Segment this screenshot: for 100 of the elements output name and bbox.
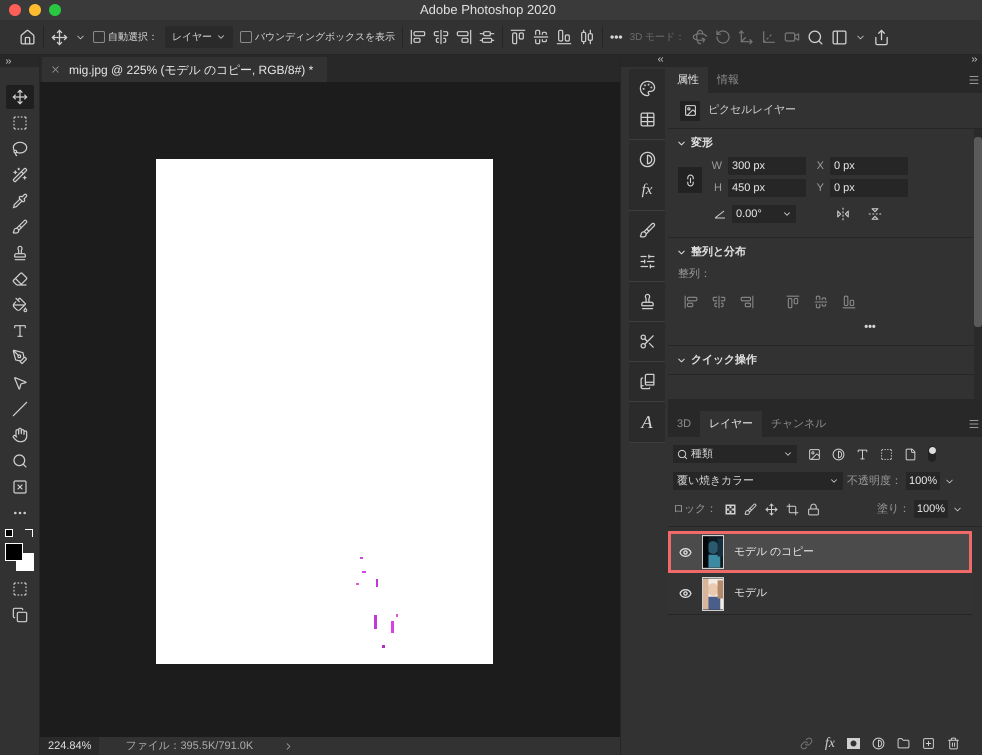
angle-field[interactable]: 0.00° xyxy=(732,205,796,223)
shape-filter-icon[interactable] xyxy=(880,448,893,460)
distribute-icon[interactable] xyxy=(479,29,495,45)
palette-icon[interactable] xyxy=(638,80,656,97)
paint-bucket-icon[interactable] xyxy=(12,297,28,313)
scissors-icon[interactable] xyxy=(638,333,656,350)
fx-icon[interactable]: fx xyxy=(642,182,652,199)
stamp-icon[interactable] xyxy=(12,245,28,261)
slide-3d-icon[interactable] xyxy=(761,29,778,45)
roll-icon[interactable] xyxy=(715,29,732,45)
align-middle-icon[interactable] xyxy=(814,294,828,308)
section-header[interactable]: 整列と分布 xyxy=(676,244,966,260)
input-field[interactable]: 0 px xyxy=(830,157,908,175)
more-button[interactable]: ••• xyxy=(768,308,876,335)
panel-tab[interactable]: チャンネル xyxy=(762,411,836,437)
zoom-button[interactable] xyxy=(49,4,61,16)
type-icon[interactable] xyxy=(12,323,28,339)
checkbox[interactable] xyxy=(93,31,105,43)
folder-icon[interactable] xyxy=(897,736,910,750)
line-icon[interactable] xyxy=(12,401,28,417)
target-dropdown[interactable]: レイヤー xyxy=(165,26,233,48)
panel-menu-icon[interactable] xyxy=(968,74,980,86)
rotate-3d-icon[interactable] xyxy=(692,29,708,45)
input-field[interactable]: 450 px xyxy=(728,179,806,197)
filter-dropdown[interactable]: 種類 xyxy=(673,445,797,463)
align-right-icon[interactable] xyxy=(740,294,754,308)
flip-vertical-icon[interactable] xyxy=(868,207,882,221)
brush-icon[interactable] xyxy=(12,219,28,235)
zoom-icon[interactable] xyxy=(12,453,28,469)
panel-tab[interactable]: 情報 xyxy=(708,67,748,93)
checkbox[interactable] xyxy=(240,31,252,43)
contrast-icon[interactable] xyxy=(638,151,656,168)
grid-icon[interactable] xyxy=(638,111,656,128)
home-icon[interactable] xyxy=(19,28,36,46)
glyph-icon[interactable]: A xyxy=(642,413,652,431)
eyedropper-icon[interactable] xyxy=(12,193,28,209)
close-button[interactable] xyxy=(9,4,21,16)
drag-3d-icon[interactable] xyxy=(738,29,754,45)
align-center-icon[interactable] xyxy=(433,29,449,45)
eye-icon[interactable] xyxy=(678,546,692,558)
quick-mask-icon[interactable] xyxy=(12,581,28,597)
section-header[interactable]: 変形 xyxy=(676,135,966,151)
search-icon[interactable] xyxy=(807,28,824,46)
smart-object-filter-icon[interactable] xyxy=(904,448,917,460)
opacity-field[interactable]: 100% xyxy=(906,472,940,490)
brush-icon[interactable] xyxy=(638,222,656,239)
mask-icon[interactable] xyxy=(847,738,860,748)
align-bottom-icon[interactable] xyxy=(842,294,856,308)
align-middle-icon[interactable] xyxy=(533,29,549,45)
section-header[interactable]: クイック操作 xyxy=(676,352,966,368)
align-right-icon[interactable] xyxy=(456,29,472,45)
align-center-icon[interactable] xyxy=(712,294,726,308)
adjustment-icon[interactable] xyxy=(872,736,885,750)
filter-toggle[interactable] xyxy=(928,446,936,462)
layer-row[interactable]: モデル のコピー xyxy=(668,531,972,573)
minimize-button[interactable] xyxy=(29,4,41,16)
move-icon[interactable] xyxy=(12,89,28,105)
scrollbar[interactable] xyxy=(974,129,982,399)
lock-transparency-icon[interactable] xyxy=(725,504,736,514)
close-icon[interactable] xyxy=(50,64,61,75)
distribute-icon[interactable] xyxy=(579,29,595,45)
expand-icon[interactable] xyxy=(4,56,13,66)
tool-button[interactable] xyxy=(6,85,34,109)
pointer-icon[interactable] xyxy=(12,375,28,391)
align-left-icon[interactable] xyxy=(684,294,698,308)
collapse-icon[interactable] xyxy=(656,55,665,64)
link-icon[interactable] xyxy=(800,736,813,750)
pen-icon[interactable] xyxy=(12,349,28,365)
link-button[interactable] xyxy=(678,167,702,193)
book-icon[interactable] xyxy=(638,373,656,390)
fill-field[interactable]: 100% xyxy=(914,500,948,518)
expand-icon[interactable] xyxy=(970,55,979,64)
magic-wand-icon[interactable] xyxy=(12,167,28,183)
sliders-icon[interactable] xyxy=(638,253,656,270)
document-tab[interactable]: mig.jpg @ 225% (モデル のコピー, RGB/8#) * xyxy=(42,57,328,82)
share-icon[interactable] xyxy=(873,28,890,46)
lock-pixels-icon[interactable] xyxy=(744,502,757,516)
type-filter-icon[interactable] xyxy=(856,448,869,460)
lock-position-icon[interactable] xyxy=(765,502,778,516)
align-left-icon[interactable] xyxy=(410,29,426,45)
more-button[interactable]: ••• xyxy=(610,28,623,46)
panel-menu-icon[interactable] xyxy=(968,418,980,430)
trash-icon[interactable] xyxy=(947,736,960,750)
lock-all-icon[interactable] xyxy=(807,502,820,516)
align-bottom-icon[interactable] xyxy=(556,29,572,45)
screen-mode-icon[interactable] xyxy=(12,607,28,623)
panel-tab[interactable]: 属性 xyxy=(668,67,708,93)
eye-icon[interactable] xyxy=(678,587,692,600)
move-icon[interactable] xyxy=(51,28,68,46)
input-field[interactable]: 300 px xyxy=(728,157,806,175)
lock-artboard-icon[interactable] xyxy=(786,502,799,516)
panel-tab[interactable]: レイヤー xyxy=(700,411,762,437)
adjustment-filter-icon[interactable] xyxy=(832,448,845,460)
frame-icon[interactable] xyxy=(12,479,28,495)
workspace-icon[interactable] xyxy=(831,28,848,46)
flip-horizontal-icon[interactable] xyxy=(836,207,850,221)
input-field[interactable]: 0 px xyxy=(830,179,908,197)
blend-mode-dropdown[interactable]: 覆い焼きカラー xyxy=(673,472,843,490)
image-filter-icon[interactable] xyxy=(808,448,821,460)
new-layer-icon[interactable] xyxy=(922,736,935,750)
